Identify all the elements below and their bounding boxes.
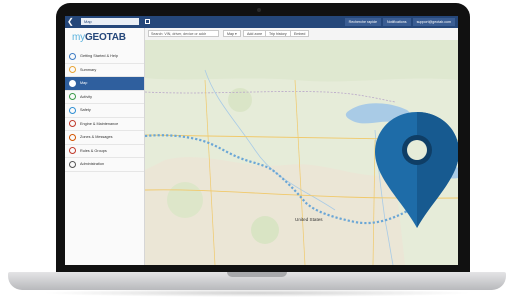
laptop-shadow (40, 289, 474, 297)
sidebar-item-label: Zones & Messages (80, 135, 113, 140)
sidebar-item-label: Rules & Groups (80, 148, 107, 153)
quick-search-link[interactable]: Recherche rapide (344, 18, 381, 26)
sidebar-item-label: Safety (80, 108, 91, 113)
page-selector[interactable]: Map (81, 18, 139, 25)
sidebar-item-map[interactable]: Map (65, 77, 144, 91)
admin-icon (69, 160, 76, 168)
sidebar-item-label: Summary (80, 67, 97, 72)
sidebar-item-label: Activity (80, 94, 93, 99)
screen: ❮ Map Recherche rapide Notifications sup… (65, 16, 458, 265)
back-button[interactable]: ❮ (67, 17, 76, 27)
sidebar-item-label: Getting Started & Help (80, 54, 118, 59)
sidebar-item-activity[interactable]: Activity (65, 91, 144, 104)
activity-icon (69, 93, 76, 101)
sidebar-nav: Getting Started & Help Summary Map Activity… (65, 50, 144, 172)
rules-icon (69, 147, 76, 155)
notifications-link[interactable]: Notifications (383, 18, 411, 26)
sidebar-item-safety[interactable]: Safety (65, 104, 144, 118)
camera (257, 8, 261, 12)
trackpad-notch (227, 272, 287, 277)
add-zone-button[interactable]: Add zone (243, 30, 267, 37)
map-icon (69, 79, 76, 87)
wrench-icon (69, 120, 76, 128)
sidebar-item-label: Engine & Maintenance (80, 121, 119, 126)
sidebar-item-zones-messages[interactable]: Zones & Messages (65, 131, 144, 145)
main-content: Search: VIN, driver, device or addr Map … (145, 28, 458, 265)
user-account-link[interactable]: support@geotab.com (412, 18, 455, 26)
help-icon (69, 52, 76, 60)
country-label: United States (295, 217, 323, 222)
laptop-base (8, 272, 506, 290)
map-type-button[interactable]: Map ▾ (223, 30, 241, 37)
map-view[interactable]: United States (145, 40, 458, 265)
sidebar-item-label: Map (80, 81, 88, 86)
zones-icon (69, 133, 76, 141)
chevron-left-icon: ❮ (67, 17, 74, 26)
top-links: Recherche rapide Notifications support@g… (344, 16, 455, 28)
sidebar-item-administration[interactable]: Administration (65, 158, 144, 172)
grid-icon[interactable] (145, 19, 150, 24)
sidebar-item-rules-groups[interactable]: Rules & Groups (65, 145, 144, 158)
sidebar-item-label: Administration (80, 162, 105, 167)
map-canvas (145, 40, 458, 265)
embed-button[interactable]: Embed (290, 30, 310, 37)
mygeotab-logo[interactable]: myGEOTAB (72, 32, 126, 43)
safety-icon (69, 106, 76, 114)
sidebar-item-getting-started-help[interactable]: Getting Started & Help (65, 50, 144, 64)
sidebar-item-engine-maintenance[interactable]: Engine & Maintenance (65, 118, 144, 131)
sidebar-item-summary[interactable]: Summary (65, 64, 144, 77)
top-bar: ❮ Map Recherche rapide Notifications sup… (65, 16, 458, 28)
summary-icon (69, 66, 76, 74)
trip-history-button[interactable]: Trip history (265, 30, 291, 37)
search-input[interactable]: Search: VIN, driver, device or addr (148, 30, 219, 37)
sidebar: myGEOTAB Getting Started & Help Summary Ma… (65, 28, 145, 265)
